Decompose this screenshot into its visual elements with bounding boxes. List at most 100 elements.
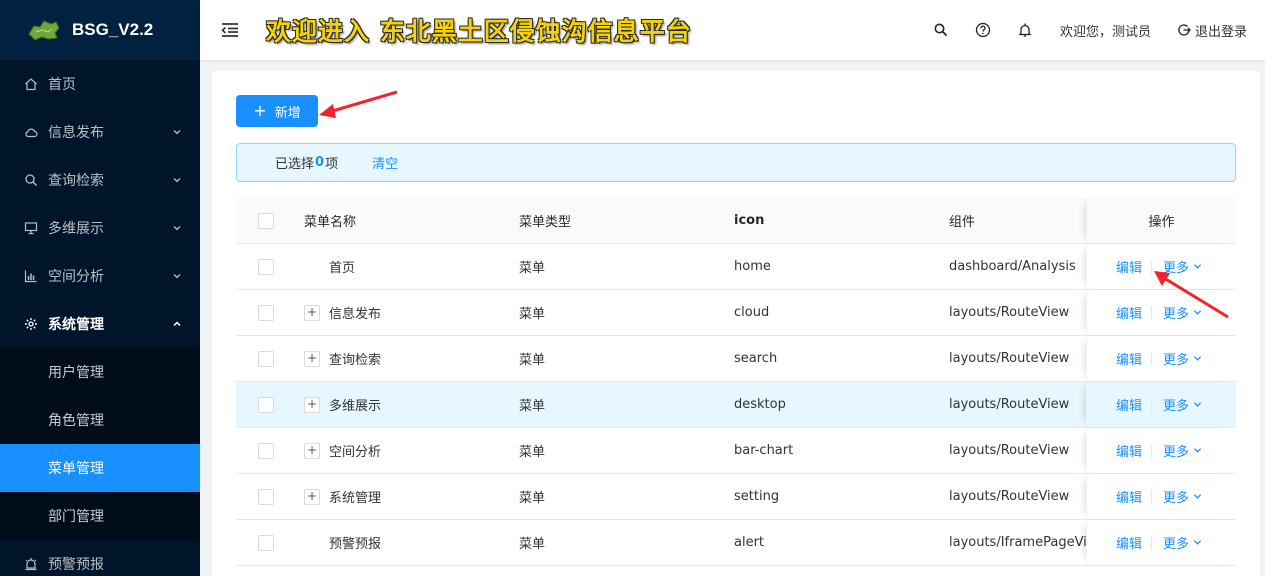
row-checkbox[interactable] <box>258 258 274 275</box>
action-divider <box>1151 259 1153 274</box>
row-checkbox[interactable] <box>258 396 274 413</box>
chevron-down-icon <box>1193 402 1202 407</box>
table-row[interactable]: + 查询检索 菜单 search layouts/RouteView 编辑 更多 <box>236 336 1236 382</box>
row-icon-name: alert <box>734 535 765 550</box>
row-component: layouts/IframePageView <box>949 535 1086 550</box>
row-menu-name: 信息发布 <box>329 307 382 322</box>
chevron-down-icon <box>1193 264 1202 269</box>
expand-row-icon[interactable]: + <box>304 304 320 321</box>
edit-link[interactable]: 编辑 <box>1116 533 1142 552</box>
row-menu-name: 查询检索 <box>329 353 382 368</box>
sidebar: BSG_V2.2 首页 信息发布 查询检索 多维展示 空间分析 系统管理 用户管… <box>0 0 200 576</box>
chevron-down-icon <box>173 178 181 183</box>
selection-prefix: 已选择 <box>275 157 315 172</box>
sidebar-item-label: 菜单管理 <box>48 461 104 477</box>
table-row[interactable]: + 信息发布 菜单 cloud layouts/RouteView 编辑 更多 <box>236 290 1236 336</box>
column-header-actions: 操作 <box>1148 215 1175 230</box>
sidebar-item-spatial[interactable]: 空间分析 <box>0 252 200 300</box>
row-menu-type: 菜单 <box>519 307 546 322</box>
row-menu-type: 菜单 <box>519 353 546 368</box>
more-label: 更多 <box>1163 261 1190 276</box>
chevron-down-icon <box>1193 356 1202 361</box>
sidebar-item-label: 预警预报 <box>48 557 104 573</box>
logout-button[interactable]: 退出登录 <box>1177 21 1247 40</box>
chevron-up-icon <box>173 321 181 327</box>
row-checkbox[interactable] <box>258 534 274 551</box>
top-header: 欢迎进入 东北黑土区侵蚀沟信息平台 欢迎您，测试员 退出登录 <box>200 0 1265 60</box>
logo[interactable]: BSG_V2.2 <box>0 0 200 60</box>
column-header-name: 菜单名称 <box>304 215 357 230</box>
table-row[interactable]: + 多维展示 菜单 desktop layouts/RouteView 编辑 更多 <box>236 382 1236 428</box>
chevron-down-icon <box>173 130 181 135</box>
row-menu-name: 首页 <box>329 261 356 276</box>
clear-selection-link[interactable]: 清空 <box>372 153 398 172</box>
row-checkbox[interactable] <box>258 304 274 321</box>
more-dropdown[interactable]: 更多 <box>1163 303 1202 322</box>
sidebar-item-label: 空间分析 <box>48 269 104 285</box>
chevron-down-icon <box>173 226 181 231</box>
table-row[interactable]: 预警预报 菜单 alert layouts/IframePageView 编辑 更多 <box>236 520 1236 566</box>
chevron-down-icon <box>1193 448 1202 453</box>
action-divider <box>1151 443 1153 458</box>
row-icon-name: bar-chart <box>734 443 794 458</box>
row-menu-type: 菜单 <box>519 491 546 506</box>
search-icon[interactable] <box>933 22 949 38</box>
table-row[interactable]: + 系统管理 菜单 setting layouts/RouteView 编辑 更多 <box>236 474 1236 520</box>
sidebar-item-label: 查询检索 <box>48 173 104 189</box>
column-header-icon: icon <box>734 213 765 228</box>
table-header: 菜单名称 菜单类型 icon 组件 操作 <box>236 198 1236 244</box>
sidebar-item-menus[interactable]: 菜单管理 <box>0 444 200 492</box>
search-icon <box>24 173 38 187</box>
row-icon-name: home <box>734 259 771 274</box>
more-dropdown[interactable]: 更多 <box>1163 441 1202 460</box>
row-component: layouts/RouteView <box>949 397 1070 412</box>
edit-link[interactable]: 编辑 <box>1116 349 1142 368</box>
header-actions: 欢迎您，测试员 退出登录 <box>920 0 1247 60</box>
more-dropdown[interactable]: 更多 <box>1163 257 1202 276</box>
more-dropdown[interactable]: 更多 <box>1163 487 1202 506</box>
edit-link[interactable]: 编辑 <box>1116 441 1142 460</box>
menu-fold-icon[interactable] <box>220 20 240 40</box>
help-icon[interactable] <box>975 22 991 38</box>
more-dropdown[interactable]: 更多 <box>1163 349 1202 368</box>
sidebar-item-roles[interactable]: 角色管理 <box>0 396 200 444</box>
row-checkbox[interactable] <box>258 442 274 459</box>
add-button[interactable]: + 新增 <box>236 95 318 127</box>
expand-row-icon[interactable]: + <box>304 442 320 459</box>
more-label: 更多 <box>1163 537 1190 552</box>
more-label: 更多 <box>1163 307 1190 322</box>
expand-row-icon[interactable]: + <box>304 488 320 505</box>
row-menu-name: 空间分析 <box>329 445 382 460</box>
logout-label: 退出登录 <box>1194 24 1247 40</box>
sidebar-item-users[interactable]: 用户管理 <box>0 348 200 396</box>
row-checkbox[interactable] <box>258 350 274 367</box>
selection-count: 0 <box>315 155 325 170</box>
sidebar-item-label: 多维展示 <box>48 221 104 237</box>
row-checkbox[interactable] <box>258 488 274 505</box>
sidebar-item-info-publish[interactable]: 信息发布 <box>0 108 200 156</box>
sidebar-item-system[interactable]: 系统管理 <box>0 300 200 348</box>
sidebar-item-multidim[interactable]: 多维展示 <box>0 204 200 252</box>
cloud-icon <box>24 125 38 139</box>
row-icon-name: cloud <box>734 305 770 320</box>
setting-icon <box>24 317 38 331</box>
expand-row-icon[interactable]: + <box>304 350 320 367</box>
expand-row-icon[interactable]: + <box>304 396 320 413</box>
row-component: dashboard/Analysis <box>949 259 1076 274</box>
sidebar-item-departments[interactable]: 部门管理 <box>0 492 200 540</box>
sidebar-item-home[interactable]: 首页 <box>0 60 200 108</box>
edit-link[interactable]: 编辑 <box>1116 257 1142 276</box>
sidebar-item-query[interactable]: 查询检索 <box>0 156 200 204</box>
more-dropdown[interactable]: 更多 <box>1163 395 1202 414</box>
table-row[interactable]: 首页 菜单 home dashboard/Analysis 编辑 更多 <box>236 244 1236 290</box>
sidebar-item-warning[interactable]: 预警预报 <box>0 540 200 576</box>
edit-link[interactable]: 编辑 <box>1116 487 1142 506</box>
sidebar-item-label: 部门管理 <box>48 509 104 525</box>
edit-link[interactable]: 编辑 <box>1116 303 1142 322</box>
edit-link[interactable]: 编辑 <box>1116 395 1142 414</box>
row-menu-name: 预警预报 <box>329 537 382 552</box>
select-all-checkbox[interactable] <box>258 212 274 229</box>
bell-icon[interactable] <box>1017 22 1033 38</box>
more-dropdown[interactable]: 更多 <box>1163 533 1202 552</box>
table-row[interactable]: + 空间分析 菜单 bar-chart layouts/RouteView 编辑 更多 <box>236 428 1236 474</box>
